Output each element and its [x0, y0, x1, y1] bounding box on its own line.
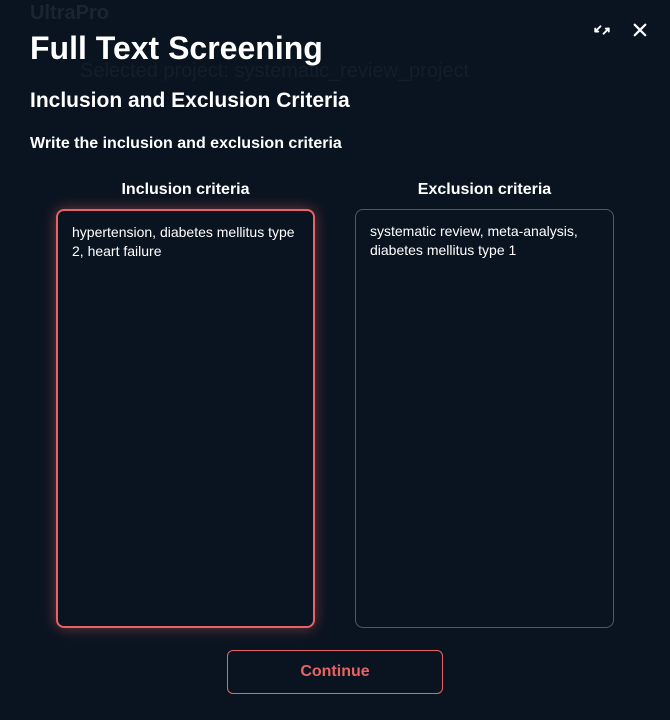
screening-modal: Full Text Screening Inclusion and Exclus…: [0, 0, 670, 720]
modal-footer: Continue: [30, 628, 640, 700]
inclusion-header: Inclusion criteria: [56, 181, 315, 199]
criteria-columns: Inclusion criteria Exclusion criteria: [30, 181, 640, 628]
close-icon[interactable]: [630, 20, 650, 40]
exclusion-header: Exclusion criteria: [355, 181, 614, 199]
expand-icon[interactable]: [592, 20, 612, 40]
criteria-heading: Inclusion and Exclusion Criteria: [30, 89, 640, 113]
exclusion-column: Exclusion criteria: [355, 181, 614, 628]
modal-window-controls: [592, 20, 650, 40]
modal-title: Full Text Screening: [30, 30, 640, 67]
continue-button[interactable]: Continue: [227, 650, 443, 694]
inclusion-input[interactable]: [56, 209, 315, 628]
inclusion-column: Inclusion criteria: [56, 181, 315, 628]
exclusion-input[interactable]: [355, 209, 614, 628]
instruction-text: Write the inclusion and exclusion criter…: [30, 135, 640, 153]
